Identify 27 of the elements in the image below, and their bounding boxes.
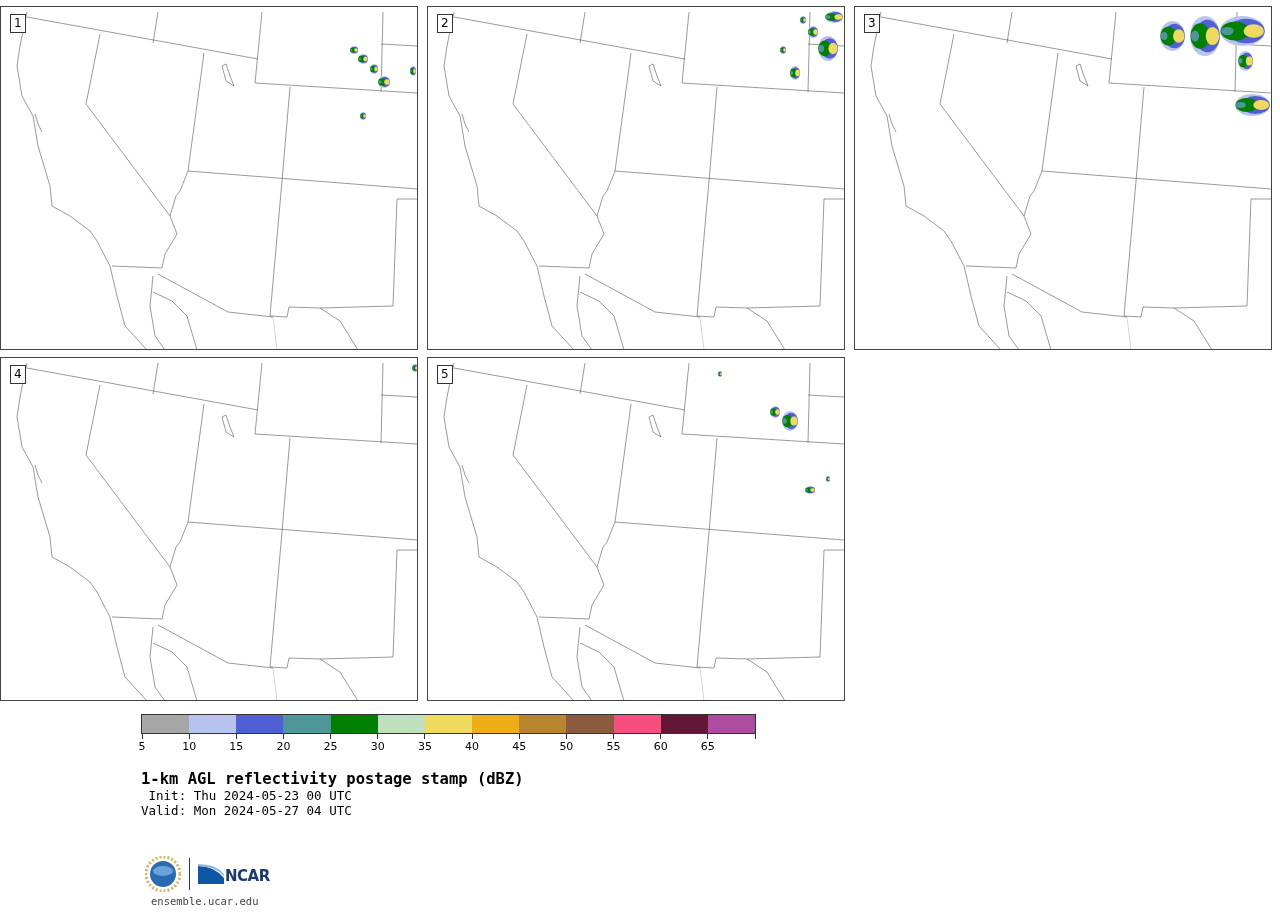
- tick-label: 30: [370, 740, 385, 753]
- panel-number: 4: [10, 365, 26, 384]
- logo-text: NCAR: [225, 868, 270, 884]
- tick-label: 15: [229, 740, 244, 753]
- panel-number: 2: [437, 14, 453, 33]
- plot-title: 1-km AGL reflectivity postage stamp (dBZ): [141, 770, 525, 788]
- tick-label: 20: [276, 740, 291, 753]
- reflectivity-echo-drawing: [412, 364, 417, 372]
- panel-number: 1: [10, 14, 26, 33]
- panel-number: 5: [437, 365, 453, 384]
- tick-label: 55: [606, 740, 621, 753]
- valid-time: Valid: Mon 2024-05-27 04 UTC: [141, 803, 353, 818]
- reflectivity-echo-drawing: [780, 11, 843, 80]
- tick-label: 65: [700, 740, 715, 753]
- panel-number: 3: [864, 14, 880, 33]
- tick-label: 40: [465, 740, 480, 753]
- tick-label: 45: [512, 740, 527, 753]
- init-time: Init: Thu 2024-05-23 00 UTC: [147, 788, 353, 803]
- nsf-logo-icon: [145, 856, 181, 892]
- tick-label: 25: [323, 740, 338, 753]
- tick-label: 10: [182, 740, 197, 753]
- tick-label: 5: [138, 740, 146, 753]
- website-url: ensemble.ucar.edu: [151, 895, 260, 908]
- tick-label: 50: [559, 740, 574, 753]
- ncar-swoosh-icon: [198, 864, 224, 884]
- tick-label: 35: [417, 740, 432, 753]
- tick-label: 60: [653, 740, 668, 753]
